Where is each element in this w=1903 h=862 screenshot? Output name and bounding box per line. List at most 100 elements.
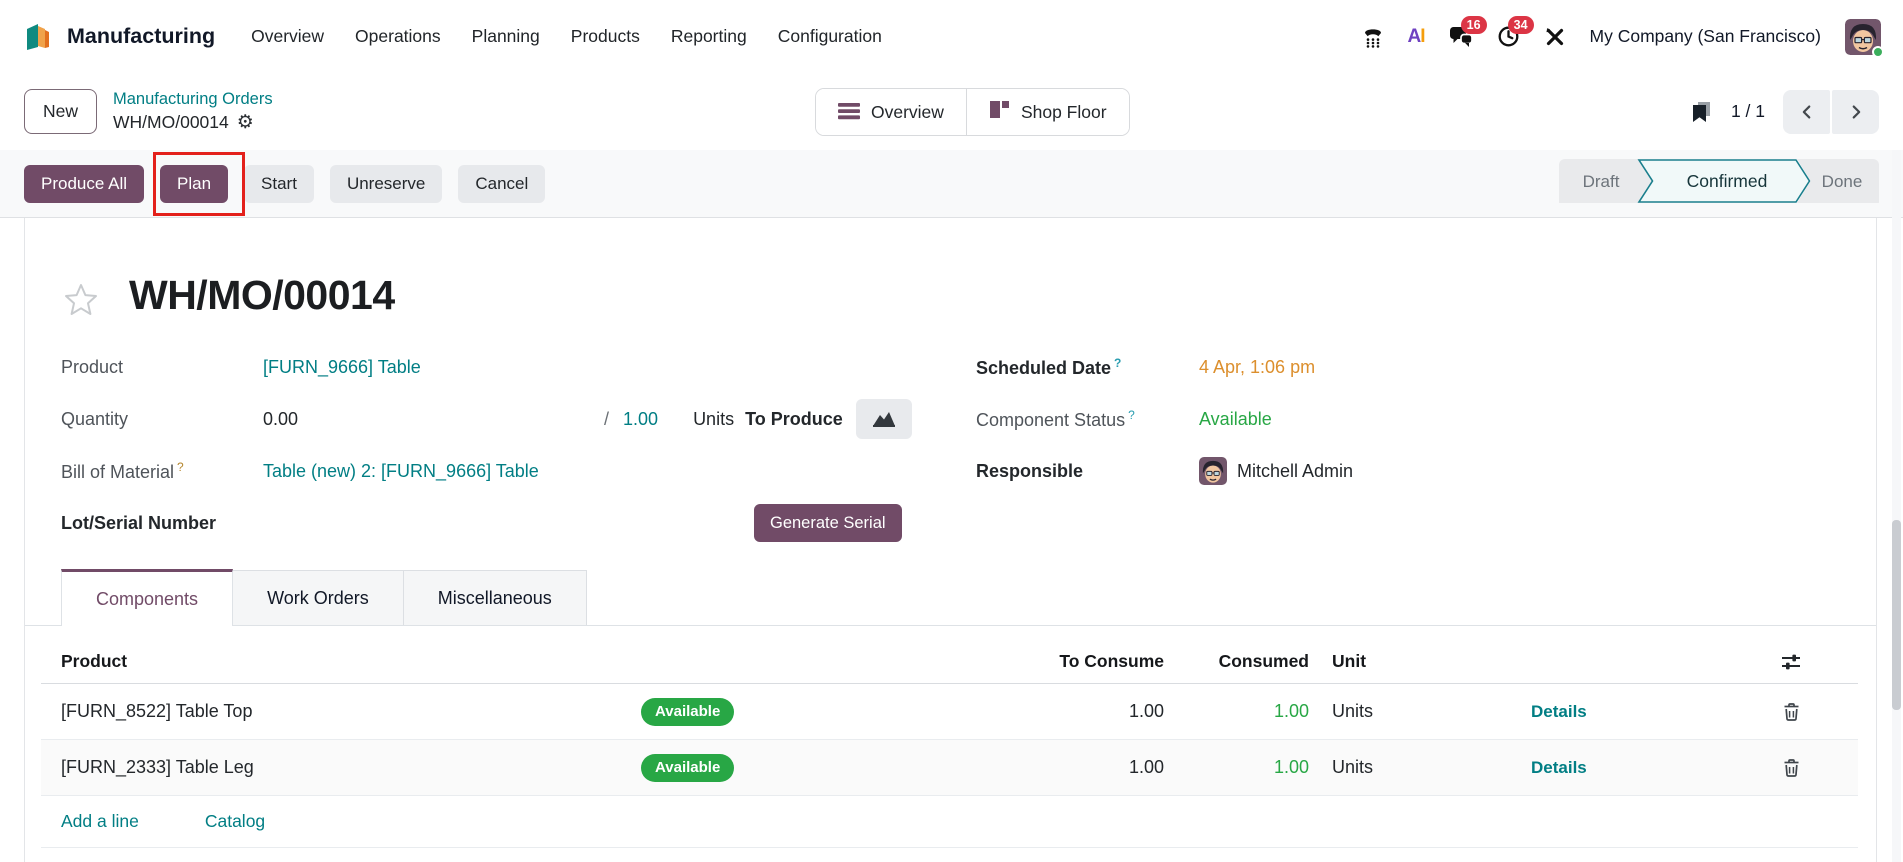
form-sheet: WH/MO/00014 Product [FURN_9666] Table Qu… (24, 218, 1877, 862)
online-status-dot (1872, 45, 1884, 58)
shop-floor-view-button[interactable]: Shop Floor (965, 89, 1129, 135)
components-table: Product To Consume Consumed Unit [FURN_8… (41, 640, 1858, 848)
responsible-value: Mitchell Admin (1237, 460, 1354, 481)
quantity-total[interactable]: 1.00 (623, 409, 658, 430)
responsible-avatar (1199, 457, 1227, 485)
row-consumed[interactable]: 1.00 (1164, 701, 1309, 722)
chart-icon (872, 412, 895, 427)
menu-configuration[interactable]: Configuration (778, 26, 882, 47)
breadcrumb-parent[interactable]: Manufacturing Orders (113, 89, 273, 110)
help-icon[interactable]: ? (1128, 408, 1135, 422)
scrollbar-thumb[interactable] (1892, 520, 1901, 710)
menu-planning[interactable]: Planning (472, 26, 540, 47)
header-consumed[interactable]: Consumed (1164, 651, 1309, 672)
details-link[interactable]: Details (1531, 702, 1587, 721)
row-unit: Units (1332, 701, 1374, 721)
overview-view-button[interactable]: Overview (816, 89, 966, 135)
tab-components[interactable]: Components (61, 569, 234, 626)
activities-icon[interactable]: 34 (1497, 16, 1534, 48)
pager-next-button[interactable] (1832, 89, 1879, 134)
row-product[interactable]: [FURN_8522] Table Top (41, 701, 641, 722)
page: Manufacturing Overview Operations Planni… (0, 0, 1903, 862)
stage-confirmed-label[interactable]: Confirmed (1687, 171, 1768, 191)
plan-button[interactable]: Plan (160, 164, 229, 203)
row-product[interactable]: [FURN_2333] Table Leg (41, 757, 641, 778)
topbar-right: AI 16 34 My Company (San Francisco) (1362, 16, 1884, 58)
kanban-icon (989, 99, 1010, 125)
menu-overview[interactable]: Overview (251, 26, 324, 47)
row-to-consume[interactable]: 1.00 (881, 757, 1164, 778)
top-menu: Overview Operations Planning Products Re… (251, 26, 882, 47)
view-switcher: Overview Shop Floor (815, 88, 1130, 136)
product-value[interactable]: [FURN_9666] Table (263, 357, 421, 378)
responsible-value-wrap[interactable]: Mitchell Admin (1199, 457, 1353, 485)
app-icon[interactable] (22, 21, 54, 53)
optional-columns-button[interactable] (1761, 653, 1821, 671)
tools-icon[interactable] (1544, 26, 1566, 48)
bom-label: Bill of Material? (61, 459, 184, 482)
lot-serial-label: Lot/Serial Number (61, 512, 217, 533)
tab-miscellaneous[interactable]: Miscellaneous (403, 570, 587, 625)
help-icon[interactable]: ? (1114, 356, 1121, 370)
header-product[interactable]: Product (41, 651, 641, 672)
table-row[interactable]: [FURN_8522] Table Top Available 1.00 1.0… (41, 684, 1858, 740)
star-icon[interactable] (63, 282, 99, 323)
add-a-line-link[interactable]: Add a line (41, 811, 139, 832)
app-name[interactable]: Manufacturing (67, 24, 215, 49)
gear-icon[interactable]: ⚙ (237, 113, 254, 132)
pager: 1 / 1 (1690, 89, 1879, 134)
availability-badge: Available (641, 697, 735, 726)
left-fields: Product [FURN_9666] Table Quantity 0.00 … (61, 341, 961, 549)
delete-row-button[interactable] (1761, 702, 1821, 721)
product-field-row: Product [FURN_9666] Table (61, 341, 961, 393)
table-header: Product To Consume Consumed Unit (41, 640, 1858, 684)
optional-columns-icon (1782, 654, 1800, 669)
scheduled-date-value[interactable]: 4 Apr, 1:06 pm (1199, 357, 1315, 378)
company-switcher[interactable]: My Company (San Francisco) (1590, 26, 1821, 47)
row-consumed[interactable]: 1.00 (1164, 757, 1309, 778)
status-pipeline: Draft Confirmed Done (1559, 159, 1879, 208)
right-fields: Scheduled Date? 4 Apr, 1:06 pm Component… (976, 341, 1616, 497)
header-unit[interactable]: Unit (1309, 651, 1421, 672)
table-row[interactable]: [FURN_2333] Table Leg Available 1.00 1.0… (41, 740, 1858, 796)
bom-value[interactable]: Table (new) 2: [FURN_9666] Table (263, 461, 539, 482)
header-to-consume[interactable]: To Consume (881, 651, 1164, 672)
stage-draft-label[interactable]: Draft (1583, 172, 1620, 191)
user-avatar[interactable] (1845, 18, 1884, 58)
responsible-row: Responsible Mitchell Admin (976, 445, 1616, 497)
phone-icon[interactable] (1362, 26, 1384, 48)
breadcrumb-current: WH/MO/00014 ⚙ (113, 111, 254, 133)
generate-serial-button[interactable]: Generate Serial (754, 504, 902, 542)
messages-badge: 16 (1460, 16, 1487, 35)
menu-reporting[interactable]: Reporting (671, 26, 747, 47)
top-navbar: Manufacturing Overview Operations Planni… (0, 0, 1903, 73)
cancel-button[interactable]: Cancel (458, 164, 546, 203)
component-status-value: Available (1199, 408, 1272, 429)
start-button[interactable]: Start (244, 164, 314, 203)
ai-icon[interactable]: AI (1408, 26, 1426, 48)
menu-products[interactable]: Products (571, 26, 640, 47)
tab-work-orders[interactable]: Work Orders (233, 570, 404, 625)
row-to-consume[interactable]: 1.00 (881, 701, 1164, 722)
trash-icon (1784, 703, 1798, 721)
quantity-unit: Units (693, 408, 735, 429)
delete-row-button[interactable] (1761, 758, 1821, 777)
bookmark-icon[interactable] (1690, 100, 1713, 123)
produce-all-button[interactable]: Produce All (24, 164, 144, 203)
details-link[interactable]: Details (1531, 758, 1587, 777)
catalog-link[interactable]: Catalog (205, 811, 265, 832)
product-label: Product (61, 356, 124, 377)
menu-operations[interactable]: Operations (355, 26, 441, 47)
lot-field-row: Lot/Serial Number Generate Serial (61, 497, 961, 549)
help-icon[interactable]: ? (177, 460, 184, 474)
chevron-right-icon (1852, 104, 1860, 119)
responsible-label: Responsible (976, 460, 1084, 481)
unreserve-button[interactable]: Unreserve (329, 164, 443, 203)
forecast-button[interactable] (855, 399, 912, 439)
new-button[interactable]: New (24, 89, 98, 134)
pager-previous-button[interactable] (1783, 89, 1830, 134)
stage-done-label[interactable]: Done (1822, 172, 1863, 191)
scrollbar-track[interactable] (1892, 150, 1901, 862)
quantity-value[interactable]: 0.00 (263, 409, 604, 430)
messages-icon[interactable]: 16 (1449, 16, 1487, 48)
